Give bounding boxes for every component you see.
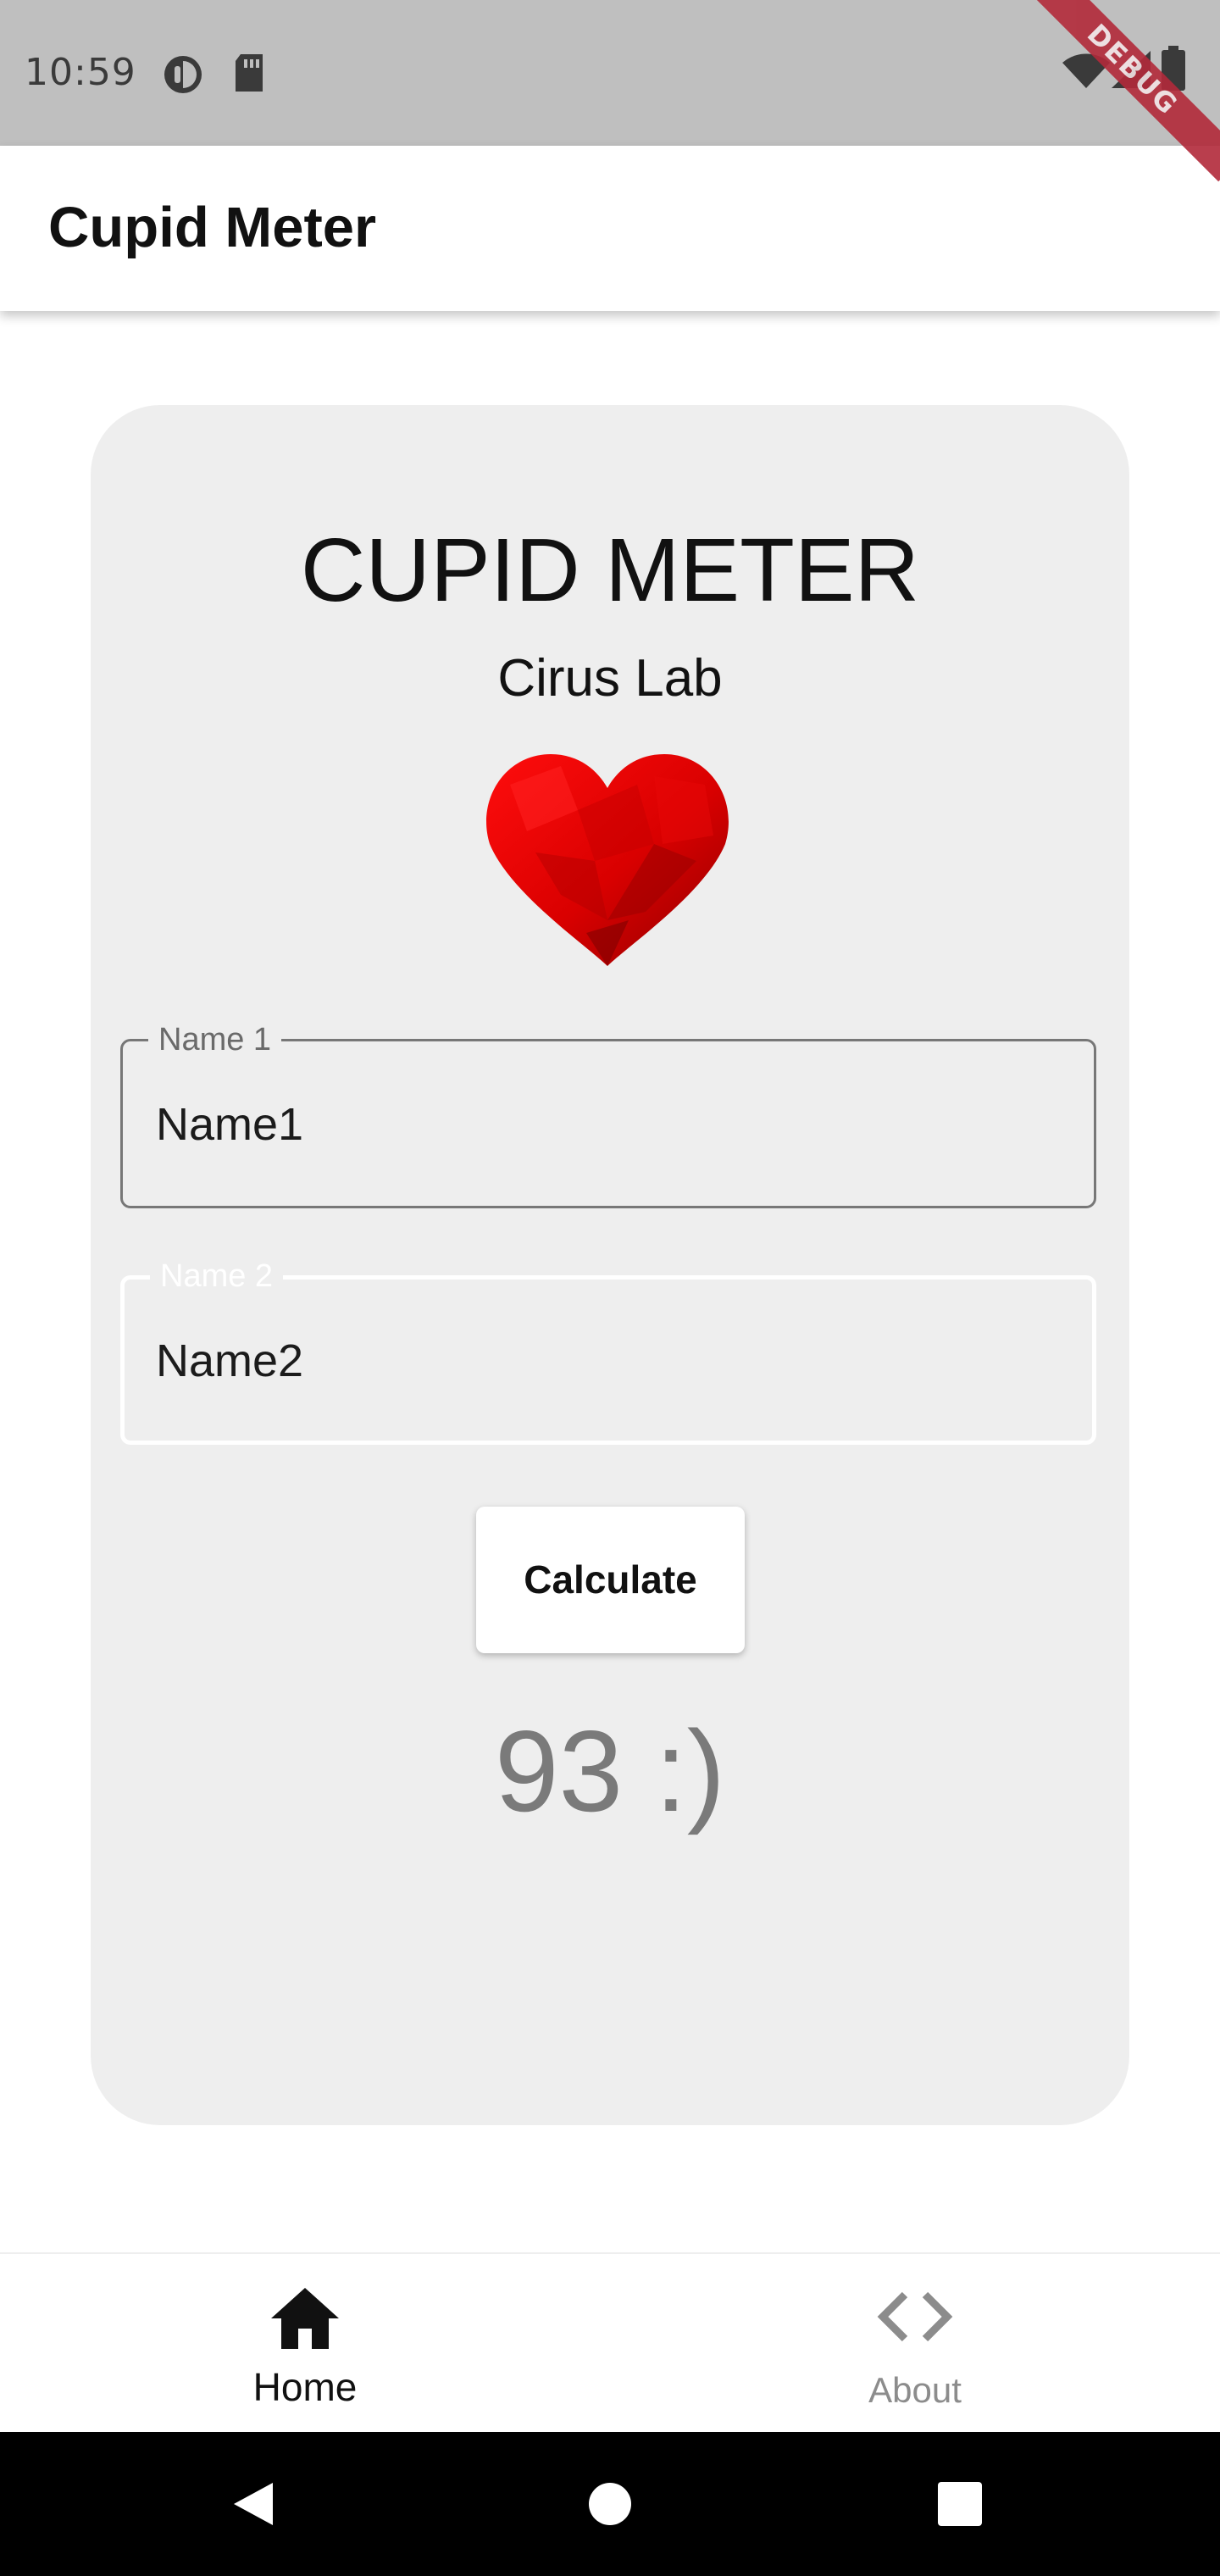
nav-label-home: Home bbox=[252, 2365, 358, 2409]
name2-field[interactable]: Name 2 Name2 bbox=[120, 1254, 1096, 1445]
status-bar: 10:59 bbox=[0, 0, 1220, 146]
bottom-nav: Home About bbox=[0, 2252, 1220, 2434]
name2-input[interactable]: Name2 bbox=[156, 1332, 303, 1390]
home-circle-icon[interactable] bbox=[587, 2481, 633, 2527]
screen: 10:59 DEBUG Cupid Meter CUPID METER Ciru… bbox=[0, 0, 1220, 2576]
nav-item-home[interactable]: Home bbox=[0, 2254, 610, 2434]
back-icon[interactable] bbox=[230, 2479, 276, 2529]
name2-label: Name 2 bbox=[150, 1254, 284, 1298]
home-icon bbox=[271, 2288, 339, 2349]
card-title: CUPID METER bbox=[300, 520, 920, 620]
result-text: 93 :) bbox=[494, 1707, 726, 1835]
nav-item-about[interactable]: About bbox=[610, 2254, 1220, 2434]
nav-label-about: About bbox=[868, 2370, 962, 2410]
status-time: 10:59 bbox=[25, 51, 136, 94]
calculate-button[interactable]: Calculate bbox=[476, 1507, 745, 1653]
code-icon bbox=[877, 2291, 953, 2342]
sd-card-icon bbox=[236, 54, 263, 92]
name1-field[interactable]: Name 1 Name1 bbox=[120, 1018, 1096, 1208]
card-subtitle: Cirus Lab bbox=[497, 649, 723, 708]
recents-icon[interactable] bbox=[938, 2482, 982, 2526]
app-bar-title: Cupid Meter bbox=[48, 196, 377, 259]
name1-label: Name 1 bbox=[148, 1018, 282, 1062]
app-bar: Cupid Meter bbox=[0, 146, 1220, 311]
heart-icon bbox=[486, 754, 729, 966]
system-nav-bar bbox=[0, 2432, 1220, 2576]
data-saver-icon bbox=[164, 56, 202, 93]
name1-input[interactable]: Name1 bbox=[156, 1096, 303, 1153]
cupid-card: CUPID METER Cirus Lab Name 1 Name1 Name … bbox=[91, 405, 1129, 2125]
